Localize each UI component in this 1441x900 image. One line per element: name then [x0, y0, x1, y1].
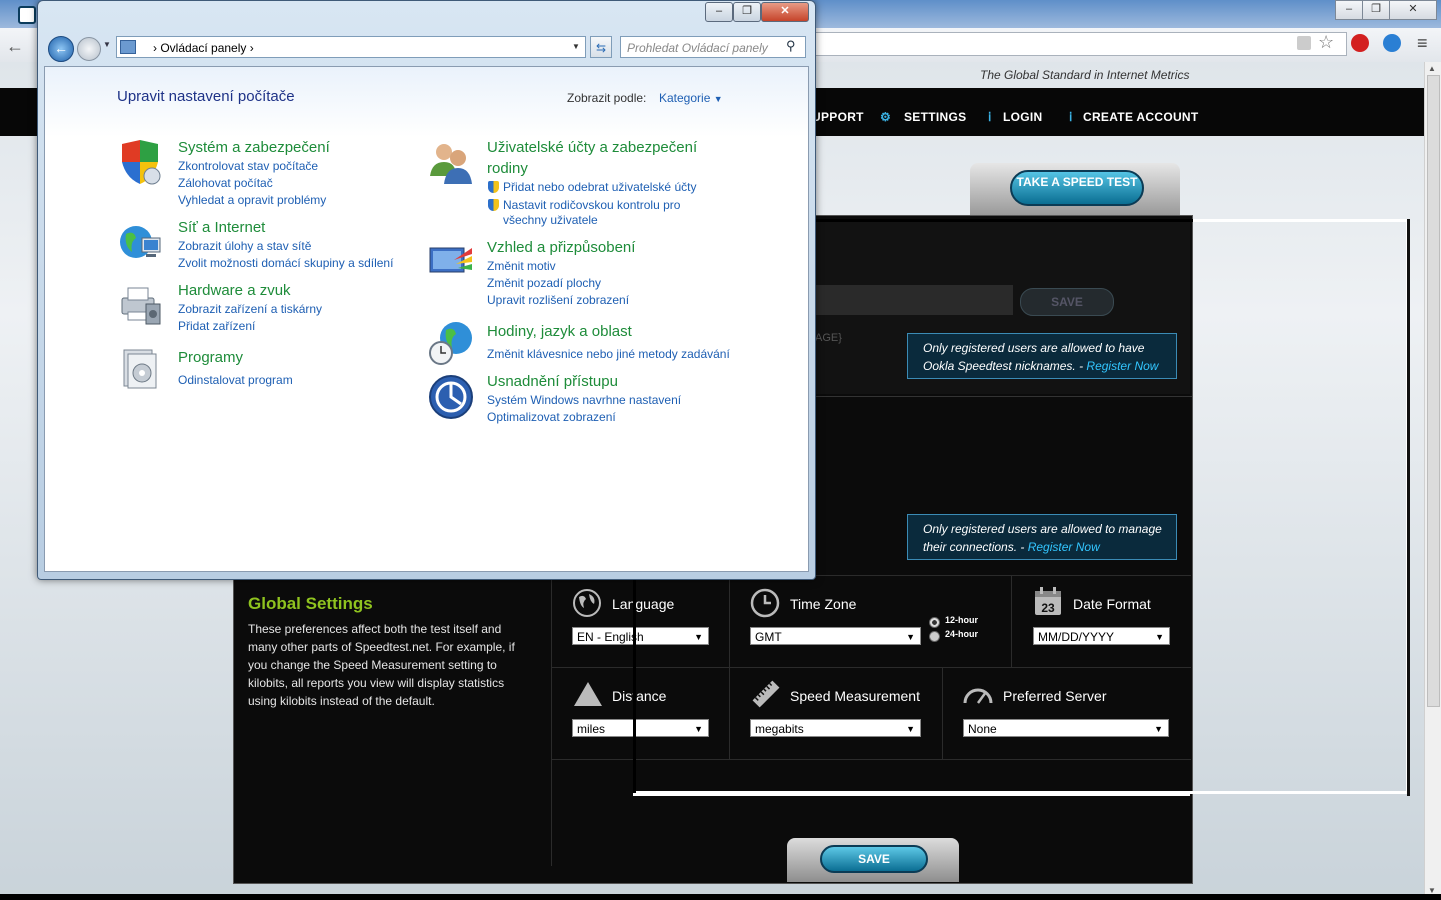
nav-settings[interactable]: SETTINGS	[904, 110, 966, 124]
cp-link[interactable]: Odinstalovat program	[178, 373, 293, 387]
browser-address-bar[interactable]	[815, 32, 1347, 56]
cp-category-users[interactable]: Uživatelské účty a zabezpečení	[487, 139, 697, 156]
cp-category-users-line2[interactable]: rodiny	[487, 160, 528, 177]
bookmark-star-icon[interactable]: ☆	[1318, 32, 1334, 53]
cp-category-appearance[interactable]: Vzhled a přizpůsobení	[487, 239, 635, 256]
global-settings-description: These preferences affect both the test i…	[248, 622, 515, 708]
refresh-icon[interactable]: ⇆	[590, 36, 612, 58]
cp-link[interactable]: Přidat nebo odebrat uživatelské účty	[503, 180, 696, 194]
gear-icon: ⚙	[880, 110, 892, 124]
browser-back-icon[interactable]: ←	[6, 36, 24, 57]
uac-shield-icon	[488, 181, 499, 193]
network-globe-icon	[120, 226, 161, 258]
triangle-distance-icon	[574, 682, 602, 706]
cp-category-programs[interactable]: Programy	[178, 349, 243, 366]
nav-support[interactable]: UPPORT	[812, 110, 864, 124]
cp-search-input[interactable]: Prohledat Ovládací panely	[620, 36, 806, 58]
cp-link[interactable]: všechny uživatele	[503, 213, 598, 227]
cp-category-network[interactable]: Síť a Internet	[178, 219, 265, 236]
site-tagline: The Global Standard in Internet Metrics	[980, 68, 1190, 82]
browser-minimize-button[interactable]: –	[1335, 0, 1363, 20]
cp-link[interactable]: Přidat zařízení	[178, 319, 255, 333]
browser-close-button[interactable]: ✕	[1389, 0, 1437, 20]
appearance-icon	[429, 247, 472, 273]
user-accounts-icon	[430, 144, 472, 184]
cp-forward-button[interactable]	[77, 37, 101, 61]
recent-pages-dropdown-icon[interactable]: ▼	[103, 40, 111, 49]
printer-icon	[121, 287, 161, 325]
control-panel-icon	[120, 40, 136, 54]
cp-link[interactable]: Zkontrolovat stav počítače	[178, 159, 318, 173]
chevron-down-icon: ▼	[713, 94, 723, 104]
nav-login[interactable]: LOGIN	[1003, 110, 1043, 124]
globe-icon	[573, 589, 601, 617]
save-settings-button[interactable]: SAVE	[820, 845, 928, 873]
taskbar-edge	[0, 894, 1441, 900]
cp-link[interactable]: Zobrazit zařízení a tiskárny	[178, 302, 322, 316]
cp-link[interactable]: Změnit motiv	[487, 259, 556, 273]
cp-address-text[interactable]: Ovládací panely	[160, 41, 246, 55]
cp-back-button[interactable]: ←	[48, 36, 74, 62]
cp-link[interactable]: Změnit klávesnice nebo jiné metody zadáv…	[487, 347, 730, 361]
uac-shield-icon	[488, 199, 499, 211]
take-speed-test-button[interactable]: TAKE A SPEED TEST	[1010, 170, 1144, 206]
cp-close-button[interactable]: ✕	[761, 2, 809, 22]
extension-red-icon[interactable]	[1351, 34, 1369, 52]
translate-icon[interactable]	[1297, 36, 1311, 50]
programs-icon	[123, 349, 157, 389]
ease-of-access-icon	[429, 375, 473, 419]
cp-link[interactable]: Vyhledat a opravit problémy	[178, 193, 326, 207]
cp-category-clock[interactable]: Hodiny, jazyk a oblast	[487, 323, 632, 340]
cp-address-bar[interactable]: › Ovládací panely ›	[116, 36, 586, 58]
divider	[551, 576, 552, 866]
cp-link[interactable]: Zálohovat počítač	[178, 176, 273, 190]
browser-maximize-button[interactable]: ❐	[1362, 0, 1390, 20]
cp-maximize-button[interactable]: ❐	[733, 2, 761, 22]
scroll-up-icon[interactable]: ▲	[1428, 64, 1436, 73]
cp-link[interactable]: Optimalizovat zobrazení	[487, 410, 616, 424]
selection-rectangle-edge	[633, 793, 1190, 796]
selection-rectangle-edge	[1407, 219, 1410, 796]
cp-link[interactable]: Nastavit rodičovskou kontrolu pro	[503, 198, 680, 212]
browser-menu-icon[interactable]: ≡	[1417, 33, 1428, 54]
person-icon: ⅰ	[1069, 110, 1073, 124]
cp-link[interactable]: Systém Windows navrhne nastavení	[487, 393, 681, 407]
cp-heading: Upravit nastavení počítače	[117, 88, 295, 105]
person-icon: ⅰ	[988, 110, 992, 124]
cp-link[interactable]: Změnit pozadí plochy	[487, 276, 601, 290]
view-by-value[interactable]: Kategorie	[659, 91, 710, 105]
cp-link[interactable]: Upravit rozlišení zobrazení	[487, 293, 629, 307]
address-dropdown-icon[interactable]: ▼	[572, 42, 580, 51]
cp-category-system[interactable]: Systém a zabezpečení	[178, 139, 330, 156]
speedtest-favicon	[18, 6, 36, 24]
cp-link[interactable]: Zobrazit úlohy a stav sítě	[178, 239, 311, 253]
distance-value: miles	[577, 722, 606, 736]
clock-language-icon	[429, 322, 472, 365]
shield-security-icon	[122, 140, 161, 185]
extension-blue-icon[interactable]	[1383, 34, 1401, 52]
search-icon[interactable]: ⚲	[786, 38, 796, 54]
view-by-dropdown[interactable]: Kategorie ▼	[659, 91, 723, 105]
cp-category-hardware[interactable]: Hardware a zvuk	[178, 282, 291, 299]
cp-minimize-button[interactable]: –	[705, 2, 733, 22]
nav-create-account[interactable]: CREATE ACCOUNT	[1083, 110, 1199, 124]
scrollbar-thumb[interactable]	[1427, 75, 1440, 707]
view-by-label: Zobrazit podle:	[567, 91, 647, 105]
cp-link[interactable]: Zvolit možnosti domácí skupiny a sdílení	[178, 256, 393, 270]
cp-category-access[interactable]: Usnadnění přístupu	[487, 373, 618, 390]
global-settings-title: Global Settings	[248, 594, 373, 613]
